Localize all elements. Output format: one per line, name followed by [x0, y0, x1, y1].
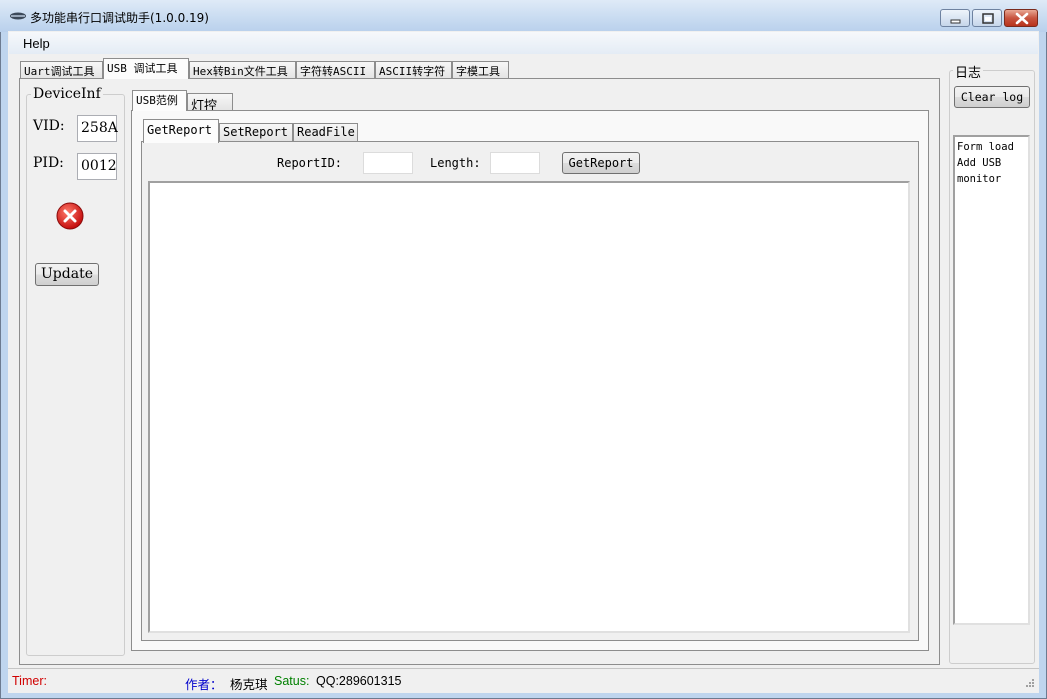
title-bar[interactable]: 多功能串行口调试助手(1.0.0.19) — [0, 0, 1047, 32]
tab-ascii-to-char[interactable]: ASCII转字符 — [375, 61, 452, 79]
maximize-button[interactable] — [972, 9, 1002, 27]
tab-uart[interactable]: Uart调试工具 — [20, 61, 103, 79]
author-label: 作者： — [185, 678, 223, 692]
tab-read-file[interactable]: ReadFile — [293, 123, 358, 141]
report-output-area[interactable] — [148, 181, 910, 633]
tab-get-report[interactable]: GetReport — [143, 119, 219, 143]
minimize-button[interactable] — [940, 9, 970, 27]
vid-field[interactable]: 258A — [77, 115, 118, 142]
error-x-icon — [56, 202, 84, 230]
tab-usb-example[interactable]: USB范例 — [132, 90, 187, 111]
status-value: QQ:289601315 — [316, 674, 402, 688]
log-line: monitor — [957, 173, 1002, 185]
menu-bar: Help — [9, 32, 1038, 54]
length-label: Length: — [430, 156, 481, 170]
window-title: 多功能串行口调试助手(1.0.0.19) — [30, 11, 209, 25]
length-input[interactable] — [490, 152, 540, 174]
tab-hex-to-bin[interactable]: Hex转Bin文件工具 — [189, 61, 296, 79]
report-id-label: ReportID: — [277, 156, 343, 170]
log-title: 日志 — [953, 62, 984, 81]
menu-help[interactable]: Help — [23, 36, 50, 51]
tab-light-control[interactable]: 灯控 — [187, 93, 233, 114]
log-line: Add USB — [957, 157, 1002, 169]
pid-label: PID: — [33, 155, 64, 171]
log-line: Form load — [957, 141, 1014, 153]
pid-field[interactable]: 0012 — [77, 153, 117, 180]
get-report-button[interactable]: GetReport — [562, 152, 640, 174]
close-icon — [1015, 12, 1029, 25]
status-label: Satus: — [274, 674, 310, 688]
timer-label: Timer: — [12, 674, 47, 688]
report-id-input[interactable] — [363, 152, 413, 174]
tab-char-to-ascii[interactable]: 字符转ASCII — [296, 61, 375, 79]
device-info-title: DeviceInf — [31, 86, 103, 102]
tab-usb[interactable]: USB 调试工具 — [103, 58, 189, 79]
author-name: 杨克琪 — [230, 678, 268, 692]
tab-set-report[interactable]: SetReport — [219, 123, 293, 141]
maximize-icon — [982, 13, 994, 24]
log-list[interactable]: Form load Add USB monitor — [953, 135, 1030, 625]
clear-log-button[interactable]: Clear log — [954, 86, 1030, 108]
status-bar: Timer: 作者： 杨克琪 Satus: QQ:289601315 — [8, 668, 1039, 692]
close-button[interactable] — [1004, 9, 1038, 27]
tab-font-tool[interactable]: 字模工具 — [452, 61, 509, 79]
app-icon — [10, 12, 26, 20]
resize-grip-icon[interactable] — [1023, 678, 1035, 690]
minimize-icon — [950, 19, 961, 24]
update-button[interactable]: Update — [35, 263, 99, 286]
vid-label: VID: — [33, 118, 65, 134]
